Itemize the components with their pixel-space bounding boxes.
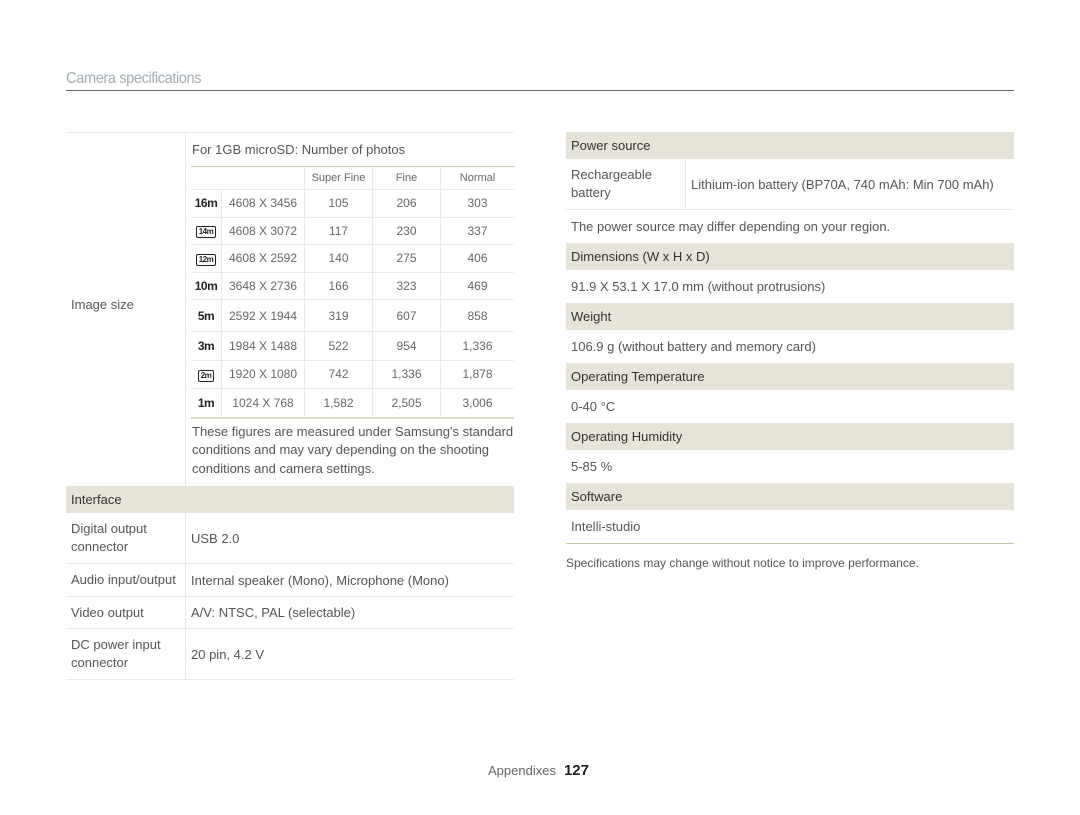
title-divider xyxy=(66,90,1014,91)
super-fine-count: 522 xyxy=(304,331,373,361)
super-fine-count: 117 xyxy=(304,217,373,245)
normal-count: 303 xyxy=(440,189,514,218)
image-size-label-cell: Image size xyxy=(66,133,186,486)
fine-count: 1,336 xyxy=(372,360,441,389)
normal-count: 1,336 xyxy=(440,331,514,361)
image-size-label: Image size xyxy=(71,297,134,312)
1m-icon: 1m xyxy=(197,395,215,410)
power-source-note: The power source may differ depending on… xyxy=(571,219,891,234)
16m-icon: 16m xyxy=(194,196,218,211)
fine-count: 275 xyxy=(372,244,441,273)
3m-icon: 3m xyxy=(197,339,215,353)
spec-row: Audio input/output Internal speaker (Mon… xyxy=(66,564,514,597)
12m-wide-icon: 12m xyxy=(195,253,217,266)
photo-count-table: Super Fine Fine Normal 16m 4608 X 3456 1… xyxy=(191,167,514,419)
spec-row: Digital output connector USB 2.0 xyxy=(66,513,514,564)
table-row: 2m 1920 X 1080 742 1,336 1,878 xyxy=(191,360,514,389)
fine-count: 323 xyxy=(372,272,441,300)
super-fine-count: 166 xyxy=(304,272,373,300)
image-size-section: Image size For 1GB microSD: Number of ph… xyxy=(66,133,514,486)
resolution: 4608 X 3456 xyxy=(221,189,305,218)
normal-count: 1,878 xyxy=(440,360,514,389)
left-column: Image size For 1GB microSD: Number of ph… xyxy=(66,132,514,680)
resolution: 1984 X 1488 xyxy=(221,331,305,361)
column-header-fine: Fine xyxy=(372,167,441,190)
spec-key: DC power input connector xyxy=(66,629,186,679)
fine-count: 206 xyxy=(372,189,441,218)
resolution: 4608 X 2592 xyxy=(221,244,305,273)
fine-count: 2,505 xyxy=(372,388,441,419)
spec-value: Lithium-ion battery (BP70A, 740 mAh: Min… xyxy=(691,176,994,192)
footer-section-label: Appendixes xyxy=(488,763,556,778)
photo-count-caption: For 1GB microSD: Number of photos xyxy=(191,133,514,167)
table-row: 14m 4608 X 3072 117 230 337 xyxy=(191,217,514,245)
photo-count-note: These figures are measured under Samsung… xyxy=(192,423,514,476)
14m-wide-icon: 14m xyxy=(195,226,217,239)
resolution: 3648 X 2736 xyxy=(221,272,305,300)
spec-row: DC power input connector 20 pin, 4.2 V xyxy=(66,629,514,680)
page-number: 127 xyxy=(563,762,589,779)
spec-row: Video output A/V: NTSC, PAL (selectable) xyxy=(66,597,514,629)
header-blank xyxy=(191,167,222,190)
normal-count: 469 xyxy=(440,272,514,300)
table-header-row: Super Fine Fine Normal xyxy=(191,167,514,190)
resolution: 4608 X 3072 xyxy=(221,217,305,245)
dimensions-value: 91.9 X 53.1 X 17.0 mm (without protrusio… xyxy=(571,279,826,294)
fine-count: 607 xyxy=(372,299,441,332)
column-header-super-fine: Super Fine xyxy=(304,167,373,190)
spec-key: Audio input/output xyxy=(66,564,186,596)
operating-temperature-value: 0-40 °C xyxy=(571,399,616,414)
weight-value: 106.9 g (without battery and memory card… xyxy=(571,339,816,354)
power-source-heading: Power source xyxy=(566,132,1014,159)
super-fine-count: 105 xyxy=(304,189,373,218)
spec-value: USB 2.0 xyxy=(191,530,240,546)
table-row: 16m 4608 X 3456 105 206 303 xyxy=(191,189,514,218)
software-heading: Software xyxy=(566,483,1014,510)
column-header-normal: Normal xyxy=(440,167,514,190)
normal-count: 337 xyxy=(440,217,514,245)
weight-heading: Weight xyxy=(566,303,1014,330)
resolution: 1024 X 768 xyxy=(221,388,305,419)
spec-value: 20 pin, 4.2 V xyxy=(191,646,264,662)
right-column: Power source Rechargeable battery Lithiu… xyxy=(566,132,1014,570)
dimensions-heading: Dimensions (W x H x D) xyxy=(566,243,1014,270)
operating-humidity-heading: Operating Humidity xyxy=(566,423,1014,450)
image-size-content: For 1GB microSD: Number of photos Super … xyxy=(186,133,514,486)
normal-count: 406 xyxy=(440,244,514,273)
2m-wide-icon: 2m xyxy=(197,369,215,382)
operating-temperature-heading: Operating Temperature xyxy=(566,363,1014,390)
software-value: Intelli-studio xyxy=(566,510,1014,544)
spec-key: Digital output connector xyxy=(66,513,186,563)
super-fine-count: 319 xyxy=(304,299,373,332)
spec-value: A/V: NTSC, PAL (selectable) xyxy=(191,605,356,620)
operating-humidity-value: 5-85 % xyxy=(571,459,613,474)
header-blank xyxy=(221,167,305,190)
normal-count: 3,006 xyxy=(440,388,514,419)
fine-count: 230 xyxy=(372,217,441,245)
super-fine-count: 140 xyxy=(304,244,373,273)
spec-row: Rechargeable battery Lithium-ion battery… xyxy=(566,159,1014,210)
fine-count: 954 xyxy=(372,331,441,361)
table-row: 3m 1984 X 1488 522 954 1,336 xyxy=(191,331,514,361)
interface-heading: Interface xyxy=(66,486,514,513)
spec-value: Internal speaker (Mono), Microphone (Mon… xyxy=(191,572,449,588)
resolution: 1920 X 1080 xyxy=(221,360,305,389)
super-fine-count: 1,582 xyxy=(304,388,373,419)
spec-key: Video output xyxy=(66,597,186,628)
table-row: 10m 3648 X 2736 166 323 469 xyxy=(191,272,514,300)
page-footer: Appendixes 127 xyxy=(488,762,589,779)
disclaimer: Specifications may change without notice… xyxy=(566,556,919,570)
5m-icon: 5m xyxy=(197,308,215,323)
resolution: 2592 X 1944 xyxy=(221,299,305,332)
table-row: 12m 4608 X 2592 140 275 406 xyxy=(191,244,514,273)
normal-count: 858 xyxy=(440,299,514,332)
table-row: 5m 2592 X 1944 319 607 858 xyxy=(191,299,514,332)
page-title: Camera specifications xyxy=(66,70,202,87)
spec-key: Rechargeable battery xyxy=(566,159,686,209)
10m-icon: 10m xyxy=(194,278,218,293)
super-fine-count: 742 xyxy=(304,360,373,389)
table-row: 1m 1024 X 768 1,582 2,505 3,006 xyxy=(191,388,514,419)
